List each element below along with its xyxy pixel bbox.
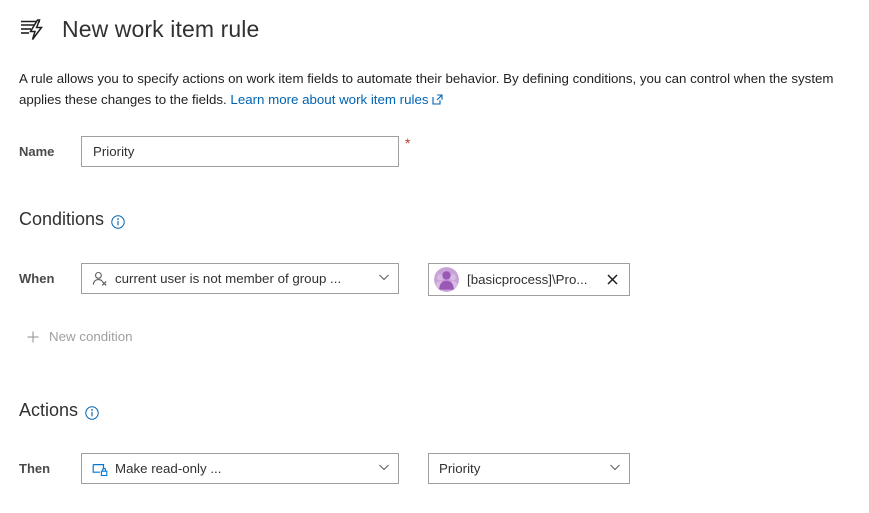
page-title: New work item rule — [62, 14, 259, 44]
user-not-member-icon — [92, 271, 108, 287]
rule-description: A rule allows you to specify actions on … — [19, 68, 843, 111]
learn-more-link[interactable]: Learn more about work item rules — [230, 92, 442, 107]
external-link-icon — [432, 90, 443, 111]
new-condition-label: New condition — [49, 329, 133, 344]
actions-heading-label: Actions — [19, 400, 78, 421]
info-circle-icon[interactable] — [111, 213, 125, 227]
identity-picker[interactable]: [basicprocess]\Pro... — [428, 263, 630, 296]
then-action-value: Make read-only ... — [115, 461, 372, 476]
name-label: Name — [19, 144, 81, 159]
info-circle-icon[interactable] — [85, 404, 99, 418]
when-condition-value: current user is not member of group ... — [115, 271, 372, 286]
then-field-wrap: Priority — [428, 453, 630, 484]
when-condition-dropdown[interactable]: current user is not member of group ... — [81, 263, 399, 294]
then-label: Then — [19, 461, 81, 476]
conditions-heading: Conditions — [19, 209, 125, 230]
condition-identity-wrap: [basicprocess]\Pro... — [428, 263, 630, 296]
rule-lightning-icon — [18, 14, 48, 44]
chevron-down-icon — [378, 461, 390, 476]
plus-icon — [26, 330, 40, 344]
then-action-dropdown[interactable]: Make read-only ... — [81, 453, 399, 484]
required-asterisk: * — [405, 136, 410, 150]
read-only-lock-icon — [92, 461, 108, 477]
chevron-down-icon — [609, 461, 621, 476]
when-label: When — [19, 271, 81, 286]
name-field-row: Name * — [19, 136, 410, 167]
learn-more-label: Learn more about work item rules — [230, 92, 428, 107]
then-field-dropdown[interactable]: Priority — [428, 453, 630, 484]
identity-name: [basicprocess]\Pro... — [467, 272, 601, 287]
page-header: New work item rule — [18, 14, 259, 44]
conditions-heading-label: Conditions — [19, 209, 104, 230]
name-input[interactable] — [81, 136, 399, 167]
then-action-row: Then Make read-only ... — [19, 453, 399, 484]
actions-heading: Actions — [19, 400, 99, 421]
group-avatar-icon — [434, 267, 459, 292]
then-field-value: Priority — [439, 461, 603, 476]
when-condition-row: When current user is not member of group… — [19, 263, 399, 294]
close-icon[interactable] — [601, 269, 623, 291]
chevron-down-icon — [378, 271, 390, 286]
new-condition-button[interactable]: New condition — [26, 329, 133, 344]
